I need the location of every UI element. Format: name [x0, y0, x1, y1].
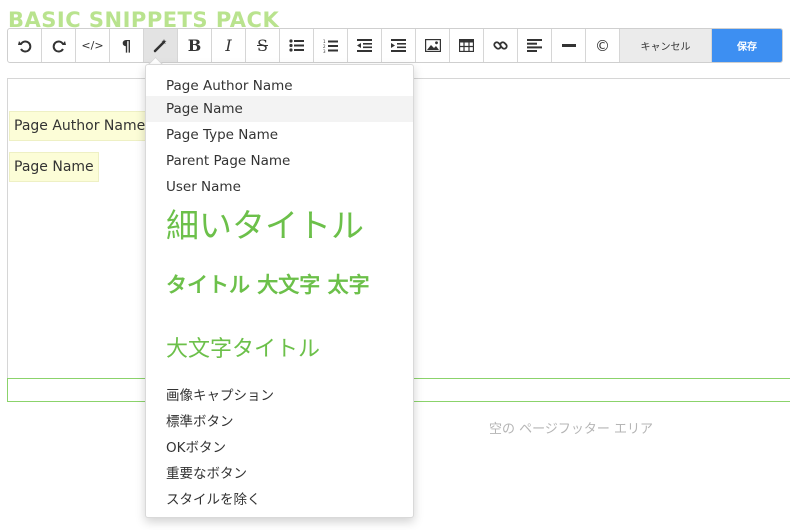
svg-text:3: 3: [323, 49, 326, 53]
undo-button[interactable]: [8, 29, 42, 62]
image-button[interactable]: [416, 29, 450, 62]
numbered-list-icon: 123: [323, 39, 338, 53]
menu-item-remove-style[interactable]: スタイルを除く: [146, 487, 413, 513]
menu-item-page-name[interactable]: Page Name: [146, 96, 413, 122]
numbered-list-button[interactable]: 123: [314, 29, 348, 62]
menu-item-parent-page-name[interactable]: Parent Page Name: [146, 148, 413, 174]
link-button[interactable]: [484, 29, 518, 62]
bold-button[interactable]: B: [178, 29, 212, 62]
table-button[interactable]: [450, 29, 484, 62]
menu-item-important-button[interactable]: 重要なボタン: [146, 461, 413, 487]
strikethrough-icon: S: [257, 36, 268, 55]
italic-icon: I: [225, 36, 232, 55]
magic-wand-icon: [153, 38, 168, 53]
align-button[interactable]: [518, 29, 552, 62]
code-view-button[interactable]: </>: [76, 29, 110, 62]
paragraph-button[interactable]: ¶: [110, 29, 144, 62]
snippets-dropdown-menu: Page Author Name Page Name Page Type Nam…: [145, 64, 414, 518]
indent-icon: [391, 39, 406, 52]
italic-button[interactable]: I: [212, 29, 246, 62]
outdent-icon: [357, 39, 372, 52]
bullet-list-button[interactable]: [280, 29, 314, 62]
strikethrough-button[interactable]: S: [246, 29, 280, 62]
align-icon: [527, 39, 542, 52]
menu-item-uppercase-title[interactable]: 大文字タイトル: [146, 330, 413, 370]
horizontal-rule-button[interactable]: [552, 29, 586, 62]
editor-toolbar: </> ¶ B I S 123 © キャンセル 保存: [7, 28, 783, 63]
save-button[interactable]: 保存: [712, 29, 782, 62]
menu-item-thin-title[interactable]: 細いタイトル: [146, 201, 413, 251]
footer-empty-label: 空の ページフッター エリア: [489, 422, 654, 437]
paragraph-icon: ¶: [121, 36, 132, 55]
undo-icon: [17, 39, 32, 53]
snippets-button[interactable]: [144, 29, 178, 62]
redo-button[interactable]: [42, 29, 76, 62]
code-icon: </>: [81, 39, 104, 52]
redo-icon: [52, 39, 66, 53]
indent-button[interactable]: [382, 29, 416, 62]
menu-item-title-uppercase-bold[interactable]: タイトル 大文字 太字: [146, 265, 413, 305]
table-icon: [459, 39, 474, 52]
link-icon: [493, 38, 508, 53]
menu-item-page-type-name[interactable]: Page Type Name: [146, 122, 413, 148]
menu-item-standard-button[interactable]: 標準ボタン: [146, 409, 413, 435]
bullet-list-icon: [289, 39, 304, 52]
menu-item-user-name[interactable]: User Name: [146, 174, 413, 200]
cancel-button[interactable]: キャンセル: [620, 29, 712, 62]
copyright-button[interactable]: ©: [586, 29, 620, 62]
image-icon: [424, 39, 441, 52]
outdent-button[interactable]: [348, 29, 382, 62]
menu-item-ok-button[interactable]: OKボタン: [146, 435, 413, 461]
snippet-page-author-name[interactable]: Page Author Name: [9, 111, 151, 141]
snippet-page-name[interactable]: Page Name: [9, 152, 99, 182]
menu-item-image-caption[interactable]: 画像キャプション: [146, 383, 413, 409]
copyright-icon: ©: [595, 36, 610, 55]
horizontal-rule-icon: [561, 43, 576, 48]
bold-icon: B: [187, 36, 202, 55]
